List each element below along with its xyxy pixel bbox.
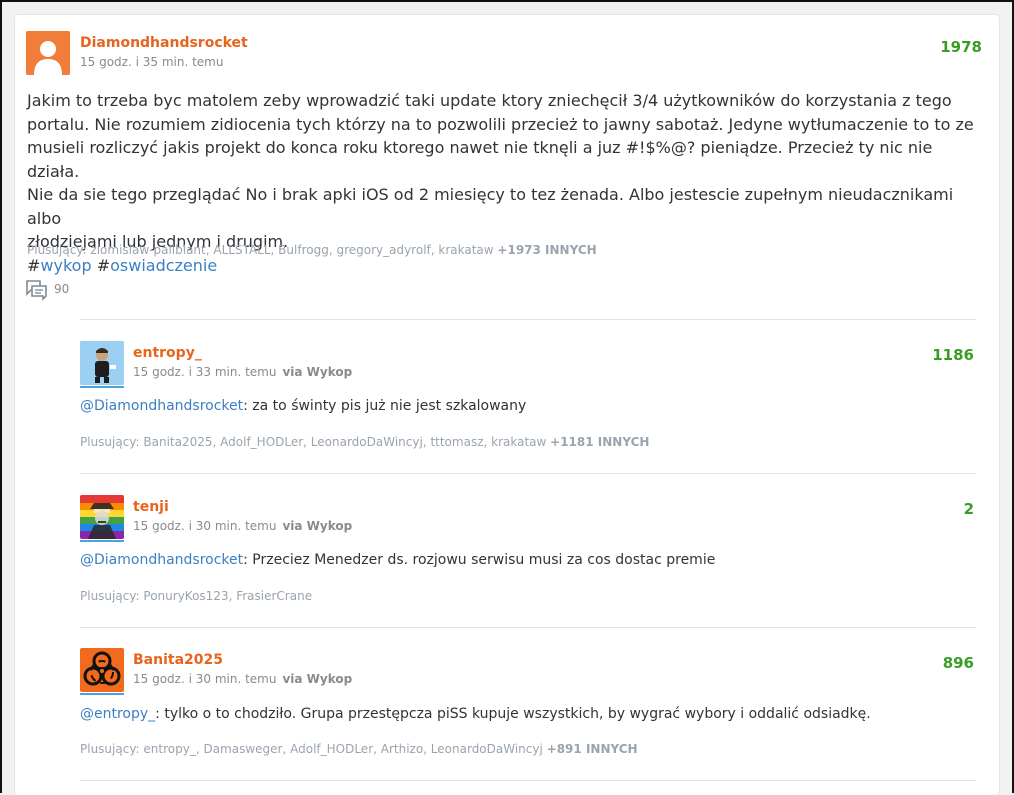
avatar-banita[interactable]: [80, 648, 124, 692]
biohazard-icon: [80, 648, 124, 692]
comment-time: 15 godz. i 30 min. temu via Wykop: [133, 519, 352, 533]
comment-time: 15 godz. i 30 min. temu via Wykop: [133, 672, 352, 686]
comment-text: : tylko o to chodziło. Grupa przestępcza…: [155, 706, 871, 722]
post-card: Diamondhandsrocket 15 godz. i 35 min. te…: [14, 14, 1000, 795]
avatar-underline: [80, 540, 124, 542]
plusers-list[interactable]: Banita2025, Adolf_HODLer, LeonardoDaWinc…: [143, 435, 546, 449]
post-body-line: musieli rozliczyć jakis projekt do konca…: [27, 138, 933, 181]
comment-body: @Diamondhandsrocket: Przeciez Menedzer d…: [80, 552, 715, 568]
comment-divider: [80, 319, 976, 320]
window-frame: Diamondhandsrocket 15 godz. i 35 min. te…: [0, 0, 1014, 795]
tag-link[interactable]: wykop: [40, 256, 91, 275]
user-silhouette-icon: [26, 31, 70, 75]
comment-time-text[interactable]: 15 godz. i 30 min. temu: [133, 672, 276, 686]
post-score[interactable]: 1978: [940, 38, 982, 56]
avatar-image: [80, 341, 124, 385]
comment-time: 15 godz. i 33 min. temu via Wykop: [133, 365, 352, 379]
avatar-entropy[interactable]: [80, 341, 124, 385]
post-author[interactable]: Diamondhandsrocket: [80, 35, 248, 51]
comment-score[interactable]: 1186: [932, 346, 974, 364]
comment-via: via Wykop: [282, 519, 353, 533]
comment-divider: [80, 473, 976, 474]
comments-bubble-icon: [26, 280, 47, 301]
comment-plusers: Plusujący: entropy_, Damasweger, Adolf_H…: [80, 742, 638, 756]
post-body-line: portalu. Nie rozumiem zidiocenia tych kt…: [27, 114, 974, 134]
post-time[interactable]: 15 godz. i 35 min. temu: [80, 55, 223, 69]
comment-body: @entropy_: tylko o to chodziło. Grupa pr…: [80, 706, 871, 722]
comment-author[interactable]: Banita2025: [133, 652, 223, 668]
comment-text: : Przeciez Menedzer ds. rozjowu serwisu …: [243, 552, 716, 568]
comment-via: via Wykop: [282, 672, 353, 686]
comment-time-text[interactable]: 15 godz. i 30 min. temu: [133, 519, 276, 533]
comment-author[interactable]: entropy_: [133, 345, 202, 361]
comment-divider: [80, 627, 976, 628]
plusers-prefix: Plusujący:: [80, 589, 144, 603]
plusers-list[interactable]: entropy_, Damasweger, Adolf_HODLer, Arth…: [143, 742, 542, 756]
tag-link[interactable]: oswiadczenie: [110, 256, 217, 275]
comment-plusers: Plusujący: Banita2025, Adolf_HODLer, Leo…: [80, 435, 649, 449]
mention-link[interactable]: @Diamondhandsrocket: [80, 552, 243, 568]
plusers-list[interactable]: PonuryKos123, FrasierCrane: [143, 589, 312, 603]
post-body-line: Jakim to trzeba byc matolem zeby wprowad…: [27, 91, 952, 110]
comment-time-text[interactable]: 15 godz. i 33 min. temu: [133, 365, 276, 379]
plusers-more[interactable]: +891 INNYCH: [547, 742, 638, 756]
post-plusers: Plusujący: ziomislaw-paliblant, ALLSTALL…: [27, 243, 597, 257]
hash-symbol: #: [96, 255, 111, 275]
avatar-tenji[interactable]: [80, 495, 124, 539]
plusers-more[interactable]: +1181 INNYCH: [550, 435, 649, 449]
plusers-prefix: Plusujący:: [80, 435, 144, 449]
mention-link[interactable]: @Diamondhandsrocket: [80, 398, 243, 414]
plusers-more[interactable]: +1973 INNYCH: [497, 243, 596, 257]
post-tags: #wykop #oswiadczenie: [27, 254, 987, 278]
comment-text: : za to świnty pis już nie jest szkalowa…: [243, 398, 527, 414]
comment-divider: [80, 780, 976, 781]
mention-link[interactable]: @entropy_: [80, 706, 155, 722]
plusers-prefix: Plusujący:: [27, 243, 91, 257]
plusers-list[interactable]: ziomislaw-paliblant, ALLSTALL, Bulfrogg,…: [90, 243, 493, 257]
hash-symbol: #: [27, 255, 41, 275]
comment-body: @Diamondhandsrocket: za to świnty pis ju…: [80, 398, 526, 414]
comment-via: via Wykop: [282, 365, 353, 379]
avatar-image: [80, 495, 124, 539]
post-body-line: Nie da sie tego przeglądać No i brak apk…: [27, 185, 954, 228]
comment-score[interactable]: 896: [943, 654, 974, 672]
avatar-default[interactable]: [26, 31, 70, 75]
comment-author[interactable]: tenji: [133, 499, 169, 515]
plusers-prefix: Plusujący:: [80, 742, 144, 756]
comment-plusers: Plusujący: PonuryKos123, FrasierCrane: [80, 589, 312, 603]
comments-count: 90: [54, 282, 70, 296]
avatar-underline: [80, 386, 124, 388]
avatar-underline: [80, 693, 124, 695]
comment-score[interactable]: 2: [964, 500, 974, 518]
